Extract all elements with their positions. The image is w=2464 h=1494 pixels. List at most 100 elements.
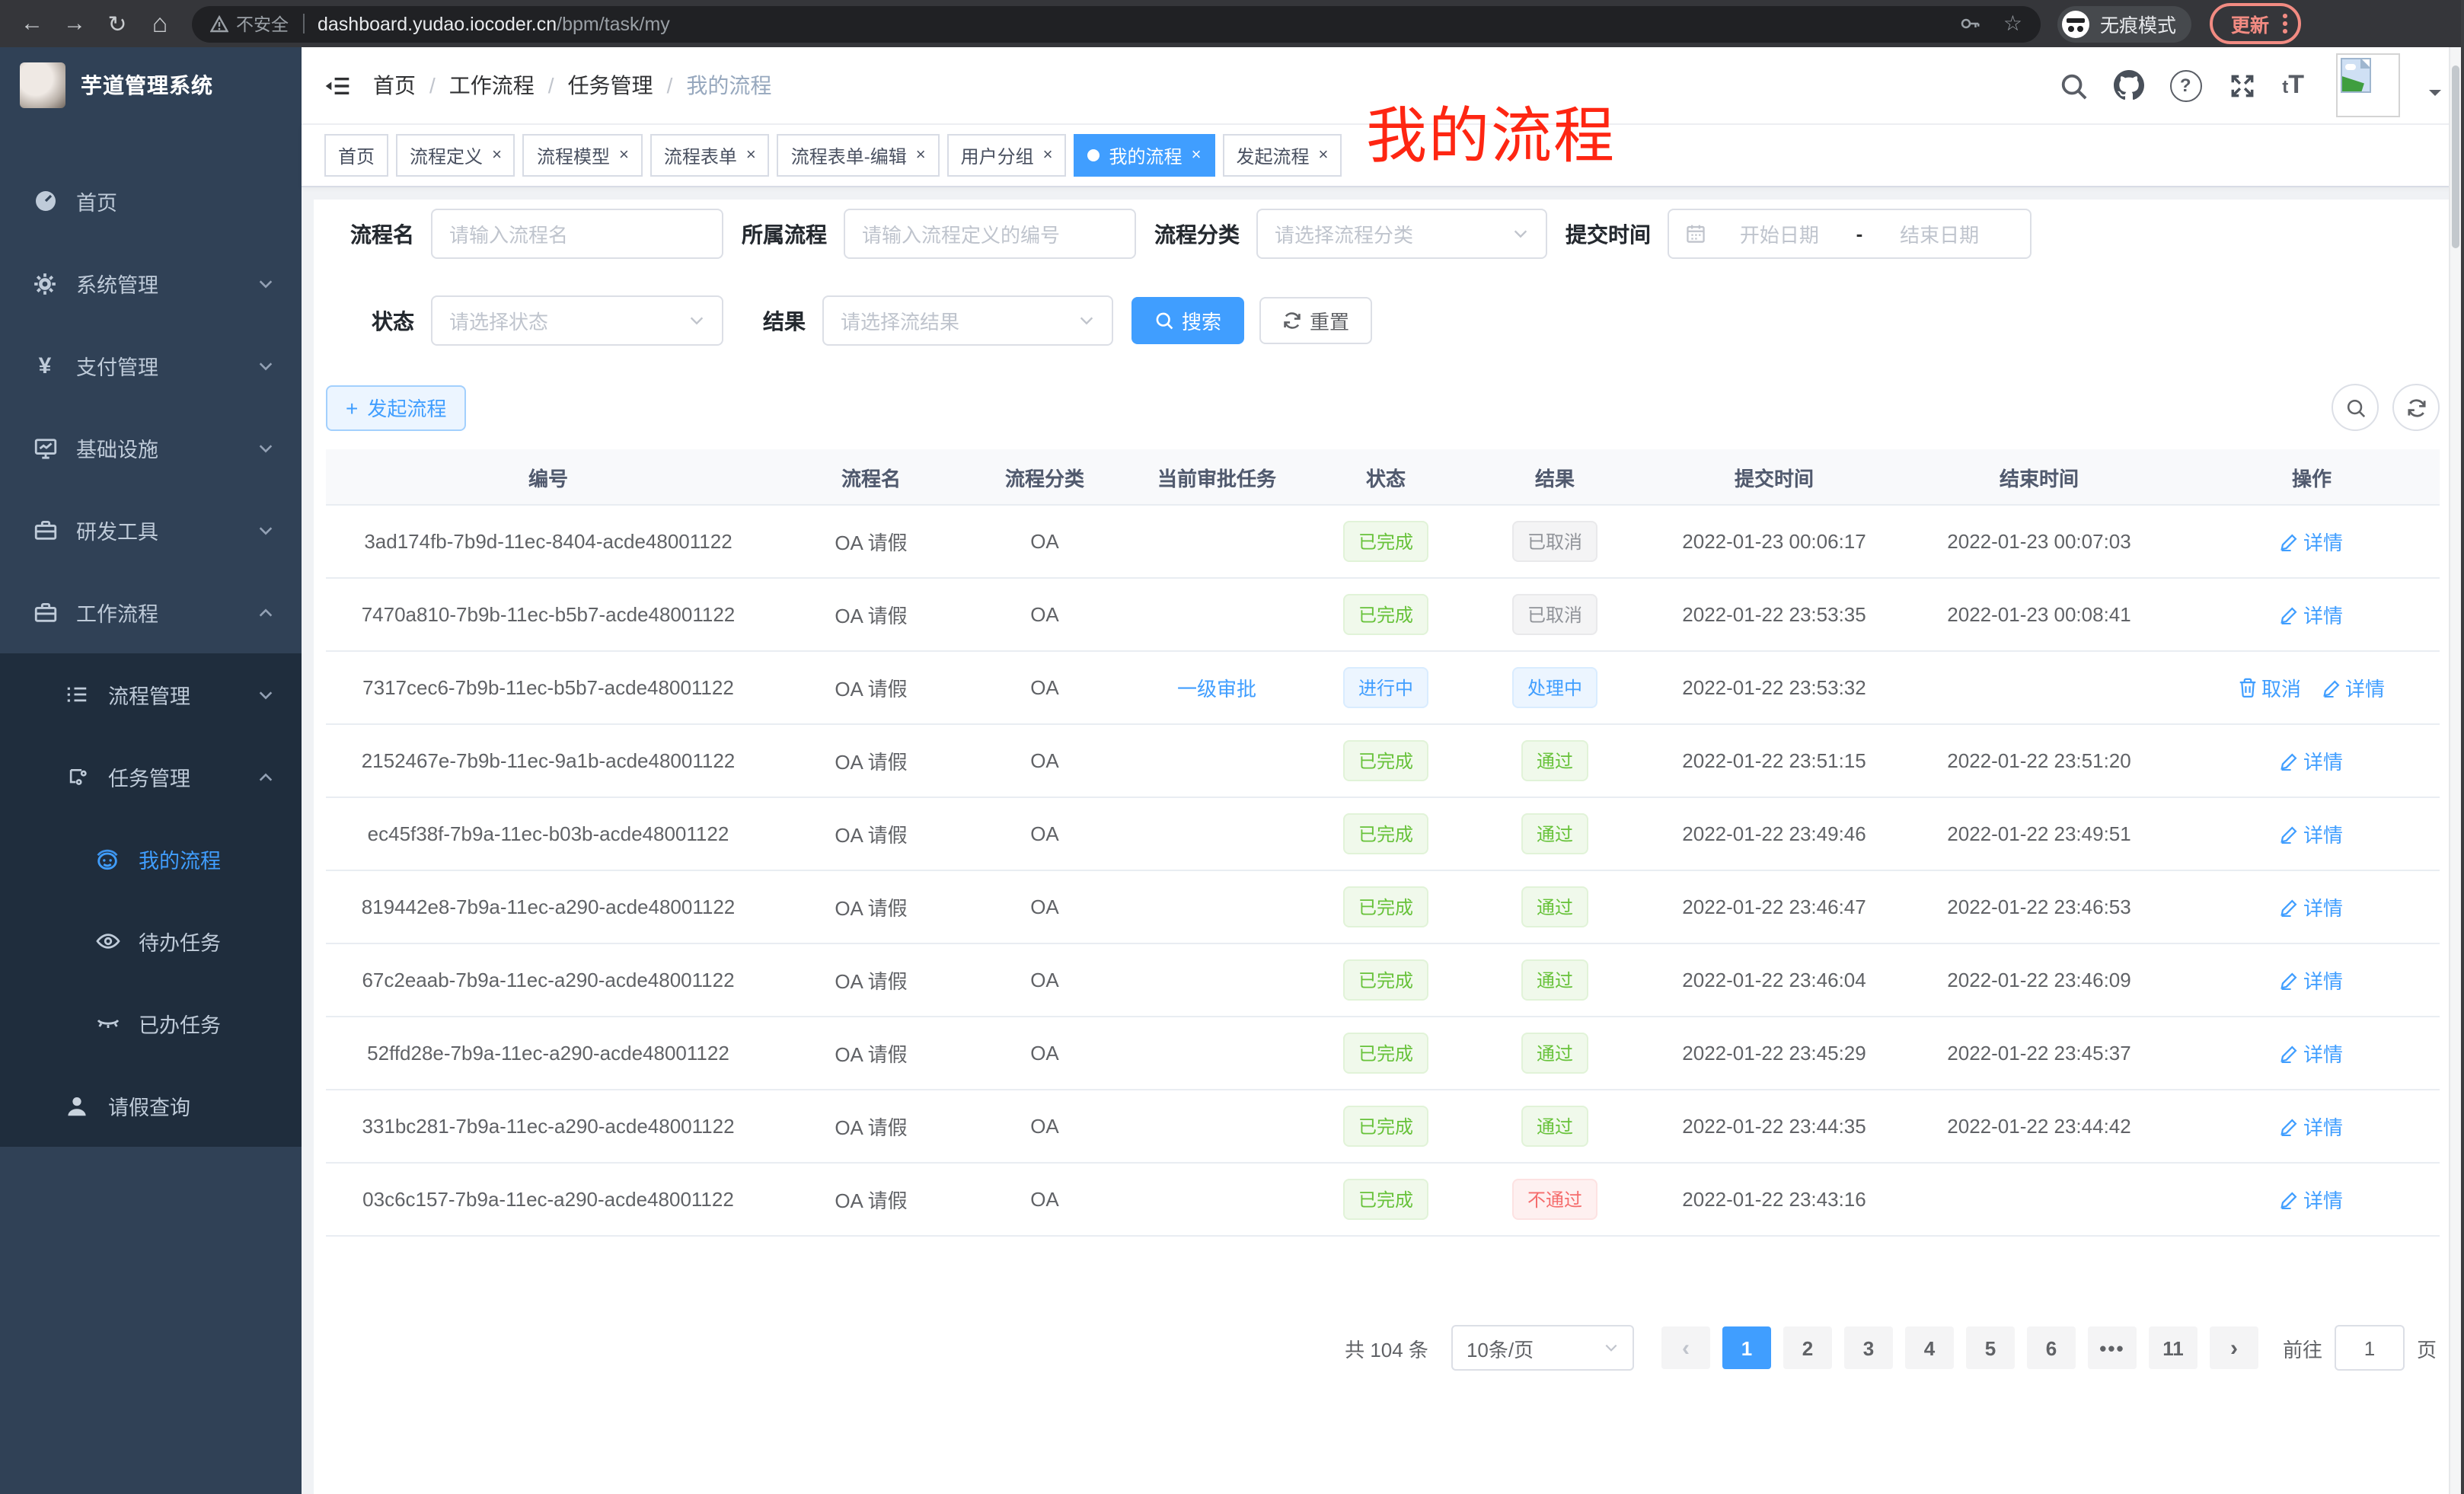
avatar-dropdown-caret-icon[interactable] (2429, 90, 2441, 102)
sidebar-item-devtools[interactable]: 研发工具 (0, 489, 302, 571)
bookmark-star-icon[interactable]: ☆ (2003, 11, 2022, 37)
close-icon[interactable]: × (1318, 147, 1328, 164)
detail-button[interactable]: 详情 (2322, 673, 2385, 702)
page-button[interactable]: 1 (1722, 1326, 1771, 1369)
close-icon[interactable]: × (619, 147, 629, 164)
detail-button[interactable]: 详情 (2280, 819, 2343, 848)
status-select[interactable]: 请选择状态 (431, 295, 723, 346)
detail-button[interactable]: 详情 (2280, 600, 2343, 629)
sidebar-item-process-mgmt[interactable]: 流程管理 (0, 653, 302, 736)
detail-button[interactable]: 详情 (2280, 746, 2343, 775)
page-button[interactable]: 4 (1905, 1326, 1954, 1369)
update-browser-button[interactable]: 更新 (2210, 3, 2301, 44)
category-select[interactable]: 请选择流程分类 (1256, 209, 1547, 259)
current-task-link[interactable]: 一级审批 (1177, 673, 1256, 702)
page-button[interactable]: 6 (2027, 1326, 2076, 1369)
tab-label: 流程表单-编辑 (791, 142, 907, 168)
view-tab[interactable]: 流程表单 × (650, 134, 770, 177)
page-scrollbar[interactable] (2449, 47, 2461, 1494)
breadcrumb-home[interactable]: 首页 (373, 70, 416, 101)
github-icon[interactable] (2113, 70, 2143, 101)
view-tab[interactable]: 用户分组 × (947, 134, 1067, 177)
scrollbar-thumb[interactable] (2452, 65, 2459, 248)
start-date-placeholder[interactable]: 开始日期 (1706, 219, 1853, 248)
header-search-icon[interactable] (2058, 71, 2087, 100)
result-select[interactable]: 请选择流结果 (822, 295, 1113, 346)
reload-icon[interactable]: ↻ (97, 4, 137, 43)
chevron-down-icon (257, 275, 274, 292)
close-icon[interactable]: × (492, 147, 502, 164)
sidebar-item-workflow[interactable]: 工作流程 (0, 571, 302, 653)
close-icon[interactable]: × (746, 147, 756, 164)
detail-button[interactable]: 详情 (2280, 966, 2343, 994)
sidebar-item-task-mgmt[interactable]: 任务管理 (0, 736, 302, 818)
detail-button[interactable]: 详情 (2280, 1112, 2343, 1141)
cancel-button[interactable]: 取消 (2239, 673, 2301, 702)
avatar[interactable] (2336, 53, 2400, 117)
view-tab[interactable]: 发起流程 × (1222, 134, 1342, 177)
goto-page-input[interactable]: 1 (2335, 1325, 2405, 1371)
page-size-select[interactable]: 10条/页 (1451, 1325, 1634, 1371)
font-size-icon[interactable]: tT (2282, 70, 2304, 101)
fullscreen-icon[interactable] (2227, 71, 2256, 100)
next-page-button[interactable]: › (2210, 1326, 2258, 1369)
toggle-search-button[interactable] (2332, 384, 2379, 431)
sidebar-item-todo-tasks[interactable]: 待办任务 (0, 900, 302, 982)
security-label[interactable]: 不安全 (236, 11, 289, 36)
sidebar-label: 基础设施 (76, 433, 158, 463)
view-tab[interactable]: 流程定义 × (396, 134, 515, 177)
page-button[interactable]: 3 (1844, 1326, 1893, 1369)
app-logo[interactable]: 芋道管理系统 (0, 47, 302, 123)
cell-end-time: 2022-01-22 23:51:20 (1894, 749, 2184, 772)
sidebar-item-done-tasks[interactable]: 已办任务 (0, 982, 302, 1065)
sidebar-item-home[interactable]: 首页 (0, 160, 302, 242)
create-process-button[interactable]: + 发起流程 (326, 385, 466, 430)
sidebar-item-payment[interactable]: ¥ 支付管理 (0, 324, 302, 407)
breadcrumb-separator: / (429, 73, 436, 97)
search-button[interactable]: 搜索 (1131, 297, 1244, 344)
gear-icon (32, 272, 58, 295)
submit-time-range-picker[interactable]: 开始日期 - 结束日期 (1668, 209, 2032, 259)
password-key-icon[interactable] (1959, 12, 1982, 35)
view-tab[interactable]: 首页 (324, 134, 388, 177)
help-icon[interactable]: ? (2169, 69, 2201, 101)
breadcrumb-task-mgmt[interactable]: 任务管理 (568, 70, 653, 101)
url-text[interactable]: dashboard.yudao.iocoder.cn/bpm/task/my (318, 13, 670, 34)
page-button[interactable]: ••• (2088, 1326, 2137, 1369)
reset-button[interactable]: 重置 (1259, 297, 1372, 344)
view-tab[interactable]: 流程表单-编辑 × (777, 134, 940, 177)
cell-submit-time: 2022-01-22 23:46:47 (1654, 895, 1894, 918)
detail-button[interactable]: 详情 (2280, 527, 2343, 556)
browser-menu-icon[interactable] (2283, 14, 2287, 34)
page-button[interactable]: 2 (1783, 1326, 1832, 1369)
address-bar[interactable]: 不安全 dashboard.yudao.iocoder.cn/bpm/task/… (192, 5, 2041, 42)
close-icon[interactable]: × (1192, 147, 1202, 164)
status-tag: 已完成 (1343, 959, 1428, 1001)
view-tab[interactable]: 我的流程 × (1074, 134, 1215, 177)
page-button[interactable]: 11 (2149, 1326, 2197, 1369)
breadcrumb-workflow[interactable]: 工作流程 (449, 70, 535, 101)
close-icon[interactable]: × (1043, 147, 1053, 164)
sidebar-item-leave-query[interactable]: 请假查询 (0, 1065, 302, 1147)
end-date-placeholder[interactable]: 结束日期 (1866, 219, 2013, 248)
view-tab[interactable]: 流程模型 × (523, 134, 643, 177)
forward-icon[interactable]: → (55, 4, 94, 43)
home-icon[interactable]: ⌂ (140, 4, 180, 43)
sidebar-item-my-process[interactable]: 我的流程 (0, 818, 302, 900)
prev-page-button[interactable]: ‹ (1661, 1326, 1710, 1369)
back-icon[interactable]: ← (12, 4, 52, 43)
detail-button[interactable]: 详情 (2280, 1039, 2343, 1068)
sidebar-item-system[interactable]: 系统管理 (0, 242, 302, 324)
cell-process-name: OA 请假 (771, 819, 972, 848)
detail-button[interactable]: 详情 (2280, 1185, 2343, 1214)
process-name-input[interactable]: 请输入流程名 (431, 209, 723, 259)
page-button[interactable]: 5 (1966, 1326, 2015, 1369)
collapse-sidebar-icon[interactable] (324, 74, 350, 97)
detail-button[interactable]: 详情 (2280, 892, 2343, 921)
incognito-icon (2062, 10, 2089, 37)
sidebar-item-infrastructure[interactable]: 基础设施 (0, 407, 302, 489)
cell-category: OA (972, 530, 1118, 553)
refresh-table-button[interactable] (2392, 384, 2440, 431)
close-icon[interactable]: × (916, 147, 926, 164)
process-definition-input[interactable]: 请输入流程定义的编号 (844, 209, 1136, 259)
